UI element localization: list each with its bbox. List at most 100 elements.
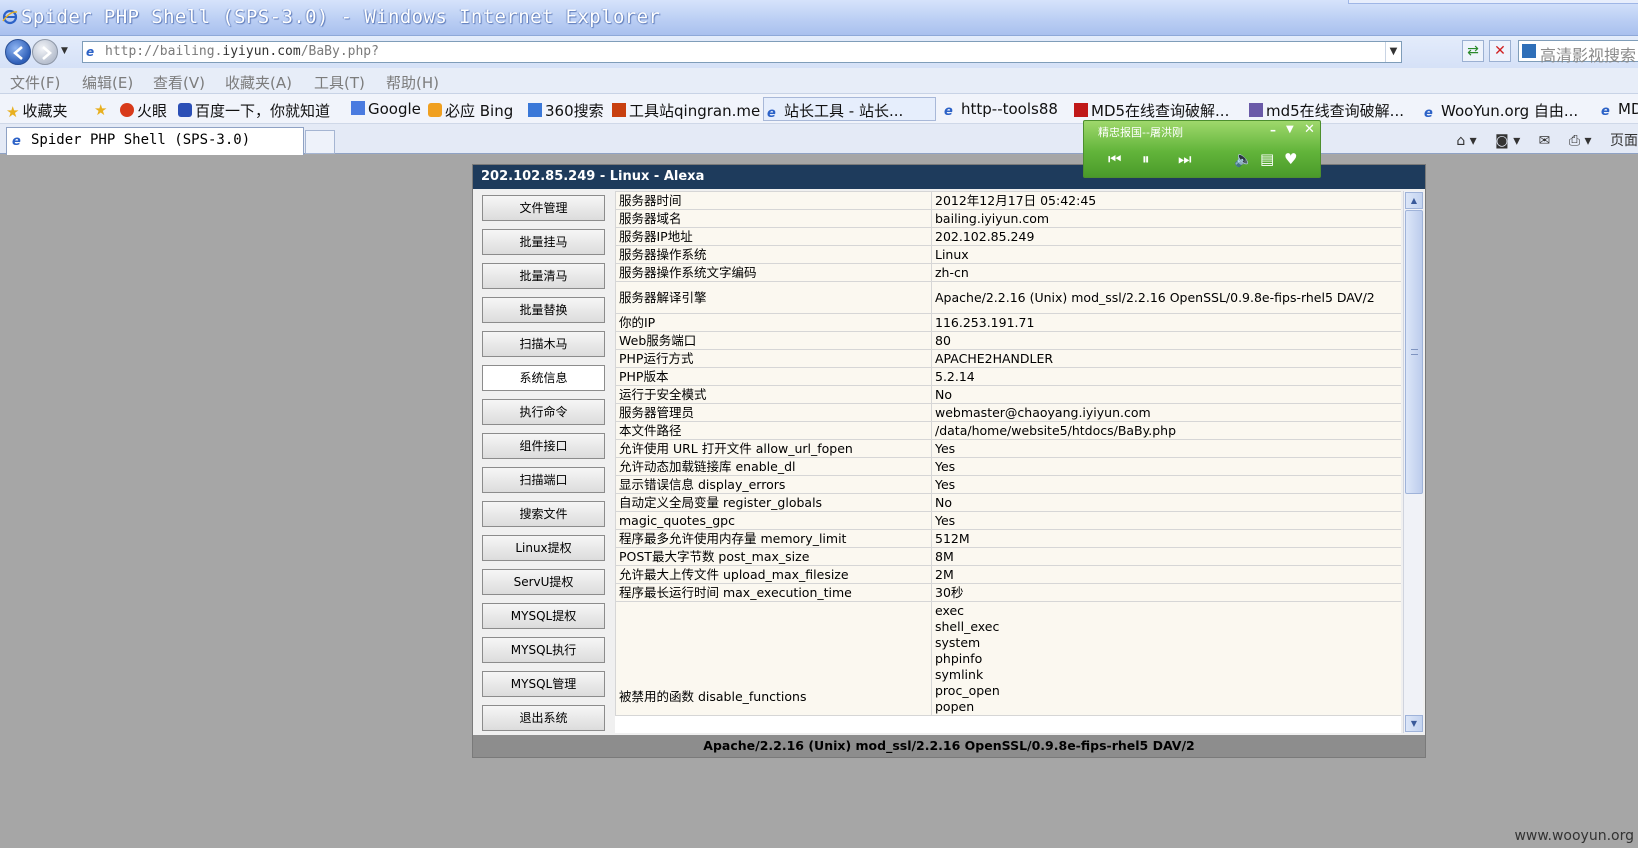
- info-value: 2012年12月17日 05:42:45: [931, 191, 1401, 210]
- info-value: APACHE2HANDLER: [931, 349, 1401, 368]
- sidebar-item-scan-trojan[interactable]: 扫描木马: [482, 331, 605, 357]
- music-player-popup[interactable]: 精忠报国--屠洪刚 – ▼ ✕ ⏮ ⏸ ⏭ 🔈 ▤ ♥: [1083, 120, 1321, 178]
- menu-favorites[interactable]: 收藏夹(A): [225, 72, 292, 93]
- menu-view[interactable]: 查看(V): [153, 72, 205, 93]
- collapse-icon[interactable]: ▼: [1286, 124, 1294, 135]
- arrow-left-icon: [13, 46, 23, 60]
- scroll-thumb[interactable]: [1405, 210, 1423, 494]
- print-icon[interactable]: ⎙ ▾: [1569, 133, 1592, 149]
- volume-icon[interactable]: 🔈: [1234, 151, 1253, 167]
- menu-edit[interactable]: 编辑(E): [82, 72, 133, 93]
- favorite-link[interactable]: Google: [351, 100, 421, 118]
- home-icon[interactable]: ⌂ ▾: [1456, 133, 1476, 149]
- sidebar-item-mysql-exec[interactable]: MYSQL执行: [482, 637, 605, 663]
- stop-button[interactable]: ✕: [1489, 40, 1511, 62]
- sidebar-item-port-scan[interactable]: 扫描端口: [482, 467, 605, 493]
- favorite-link[interactable]: e WooYun.org 自由...: [1424, 100, 1578, 121]
- info-key: 程序最多允许使用内存量 memory_limit: [615, 529, 932, 548]
- mail-icon[interactable]: ✉: [1539, 133, 1551, 149]
- favorite-link[interactable]: e 站长工具 - 站长...: [767, 100, 903, 121]
- address-input[interactable]: e http://bailing.iyiyun.com/BaBy.php? ▼: [82, 41, 1402, 63]
- info-key: 允许动态加载链接库 enable_dl: [615, 457, 932, 476]
- info-value: 80: [931, 331, 1401, 350]
- favorite-link[interactable]: 百度一下，你就知道: [178, 100, 330, 121]
- favorite-link[interactable]: 火眼: [120, 100, 167, 121]
- scroll-up-icon[interactable]: ▲: [1405, 192, 1423, 209]
- table-row: 服务器域名 bailing.iyiyun.com: [615, 209, 1401, 228]
- next-track-icon[interactable]: ⏭: [1178, 151, 1192, 167]
- favorite-link[interactable]: 必应 Bing: [428, 100, 513, 121]
- previous-track-icon[interactable]: ⏮: [1108, 151, 1122, 167]
- info-value: Yes: [931, 475, 1401, 494]
- forward-button[interactable]: [32, 39, 58, 65]
- disabled-function: symlink: [935, 667, 984, 682]
- favorite-link[interactable]: eMD5: [1601, 100, 1638, 119]
- menu-file[interactable]: 文件(F): [10, 72, 60, 93]
- frame-scrollbar[interactable]: ▲ ▼: [1403, 191, 1423, 733]
- sidebar-item-search-files[interactable]: 搜索文件: [482, 501, 605, 527]
- minimize-icon[interactable]: –: [1270, 123, 1276, 137]
- back-button[interactable]: [5, 39, 31, 65]
- refresh-button[interactable]: ⇄: [1462, 40, 1484, 62]
- address-toolbar: ▼ e http://bailing.iyiyun.com/BaBy.php? …: [0, 36, 1638, 68]
- md5-icon: [1074, 103, 1088, 117]
- search-input[interactable]: 高清影视搜索: [1518, 40, 1638, 65]
- info-value: Yes: [931, 457, 1401, 476]
- info-value: bailing.iyiyun.com: [931, 209, 1401, 228]
- info-value: 202.102.85.249: [931, 227, 1401, 246]
- star-icon: ★: [6, 103, 20, 121]
- sidebar-item-system-info[interactable]: 系统信息: [482, 365, 605, 391]
- info-key: magic_quotes_gpc: [615, 511, 932, 530]
- window-title: Spider PHP Shell (SPS-3.0) - Windows Int…: [21, 6, 661, 28]
- sidebar-item-batch-clean[interactable]: 批量清马: [482, 263, 605, 289]
- sidebar-item-batch-inject[interactable]: 批量挂马: [482, 229, 605, 255]
- sidebar-item-servu-privesc[interactable]: ServU提权: [482, 569, 605, 595]
- sidebar-item-linux-privesc[interactable]: Linux提权: [482, 535, 605, 561]
- sidebar-item-logout[interactable]: 退出系统: [482, 705, 605, 731]
- sidebar-item-mysql-manage[interactable]: MYSQL管理: [482, 671, 605, 697]
- menu-help[interactable]: 帮助(H): [386, 72, 439, 93]
- table-row: Web服务端口 80: [615, 331, 1401, 350]
- info-key: 程序最长运行时间 max_execution_time: [615, 583, 932, 602]
- page-icon: e: [944, 104, 953, 119]
- address-dropdown-icon[interactable]: ▼: [1385, 42, 1401, 62]
- favorite-link[interactable]: 工具站qingran.me: [612, 100, 760, 121]
- new-tab-button[interactable]: [305, 130, 335, 154]
- disabled-function: phpinfo: [935, 651, 983, 666]
- table-row: 允许使用 URL 打开文件 allow_url_fopen Yes: [615, 439, 1401, 458]
- favorite-link[interactable]: 360搜索: [528, 100, 604, 121]
- favorite-link[interactable]: md5在线查询破解...: [1249, 100, 1404, 121]
- info-value: Apache/2.2.16 (Unix) mod_ssl/2.2.16 Open…: [931, 281, 1401, 314]
- sidebar-item-batch-replace[interactable]: 批量替换: [482, 297, 605, 323]
- page-menu[interactable]: 页面: [1610, 130, 1638, 150]
- tab-spider-shell[interactable]: e Spider PHP Shell (SPS-3.0): [6, 127, 304, 155]
- menu-tools[interactable]: 工具(T): [314, 72, 365, 93]
- window-controls[interactable]: [1348, 0, 1638, 4]
- favorite-link[interactable]: e http--tools88: [944, 100, 1058, 119]
- heart-icon[interactable]: ♥: [1284, 151, 1297, 167]
- disabled-function: system: [935, 635, 981, 650]
- pause-icon[interactable]: ⏸: [1142, 151, 1150, 167]
- table-row: 你的IP 116.253.191.71: [615, 313, 1401, 332]
- add-favorite-icon[interactable]: ★: [94, 100, 110, 119]
- sidebar-item-exec-command[interactable]: 执行命令: [482, 399, 605, 425]
- favorites-button[interactable]: ★ 收藏夹: [6, 100, 67, 121]
- scroll-down-icon[interactable]: ▼: [1405, 715, 1423, 732]
- playlist-icon[interactable]: ▤: [1260, 151, 1274, 167]
- table-row: 允许最大上传文件 upload_max_filesize 2M: [615, 565, 1401, 584]
- info-value: 116.253.191.71: [931, 313, 1401, 332]
- table-row: 本文件路径/data/home/website5/htdocs/BaBy.php: [615, 421, 1401, 440]
- table-row: 程序最长运行时间 max_execution_time 30秒: [615, 583, 1401, 602]
- arrow-right-icon: [42, 46, 52, 60]
- favorite-link[interactable]: MD5在线查询破解...: [1074, 100, 1229, 121]
- close-icon[interactable]: ✕: [1304, 122, 1315, 137]
- table-row: 被禁用的函数 disable_functions exec shell_exec sy…: [615, 601, 1401, 716]
- sidebar-item-mysql-privesc[interactable]: MYSQL提权: [482, 603, 605, 629]
- sidebar-item-file-manager[interactable]: 文件管理: [482, 195, 605, 221]
- feeds-icon[interactable]: ◙ ▾: [1495, 133, 1520, 149]
- table-row: magic_quotes_gpc Yes: [615, 511, 1401, 530]
- history-dropdown-icon[interactable]: ▼: [61, 46, 68, 56]
- info-value: zh-cn: [931, 263, 1401, 282]
- info-value: Linux: [931, 245, 1401, 264]
- sidebar-item-components[interactable]: 组件接口: [482, 433, 605, 459]
